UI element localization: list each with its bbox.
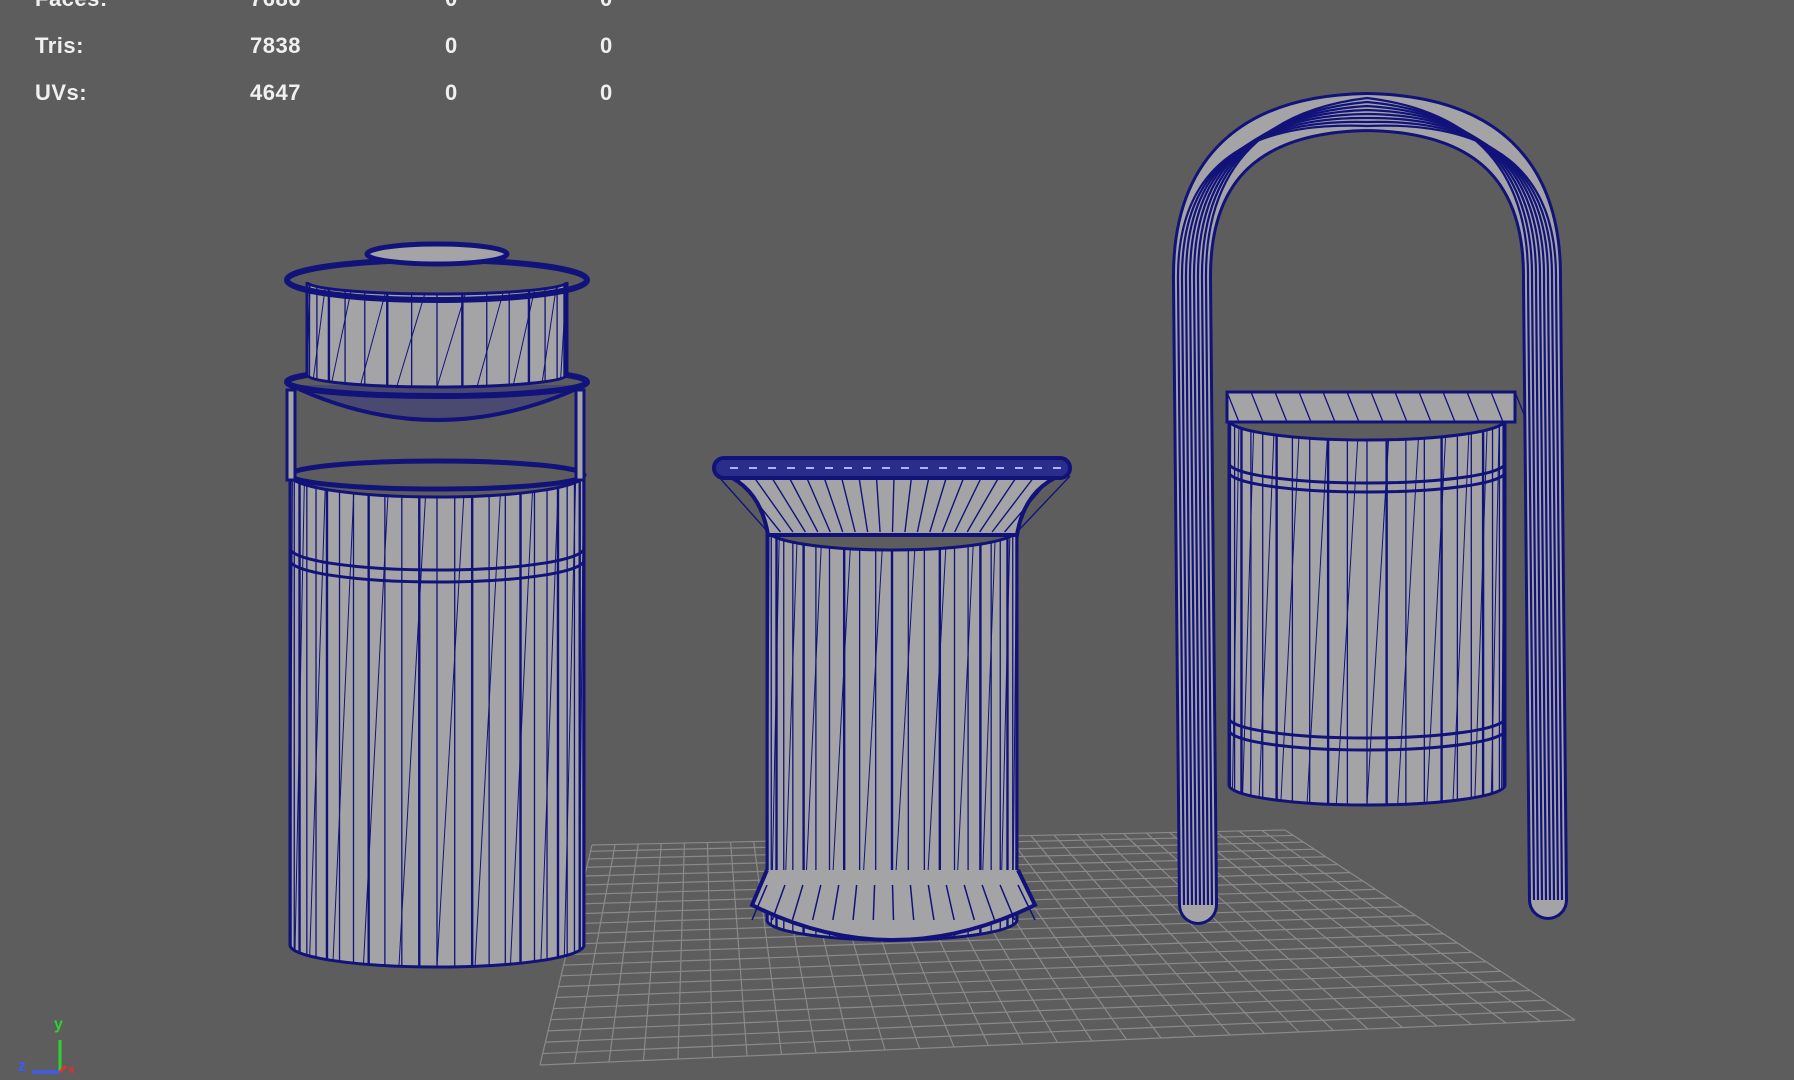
hud-label: UVs: (35, 80, 88, 105)
mesh-surface (1225, 390, 1517, 424)
grid-line (539, 1019, 1576, 1066)
hud-value: 0 (600, 0, 613, 12)
mesh-ring (364, 241, 510, 267)
trash-bin-right-model[interactable] (1171, 91, 1568, 925)
poly-count-hud: Faces: 7686 0 0 Tris: 7838 0 0 UVs: 4647… (35, 0, 635, 127)
hud-label: Tris: (35, 33, 84, 58)
hud-row-tris: Tris: 7838 0 0 (35, 33, 635, 80)
trash-bin-center-model[interactable] (712, 456, 1072, 942)
ground-grid (539, 829, 1576, 1066)
grid-line (561, 942, 1458, 977)
hud-value: 7686 (250, 0, 301, 12)
hud-value: 4647 (250, 80, 301, 105)
mesh-ring (287, 458, 587, 492)
hud-value: 0 (445, 33, 458, 58)
axis-z-label: z (18, 1058, 26, 1075)
hud-row-faces: Faces: 7686 0 0 (35, 0, 635, 33)
hud-label: Faces: (35, 0, 108, 12)
axis-y-label: y (54, 1016, 63, 1033)
axis-x-label: x (68, 1062, 75, 1076)
grid-line (558, 951, 1472, 988)
hud-row-uvs: UVs: 4647 0 0 (35, 80, 635, 127)
grid-line (555, 961, 1487, 999)
trash-bin-left-model[interactable] (284, 241, 590, 969)
hud-value: 0 (600, 33, 613, 58)
grid-line (563, 933, 1444, 966)
hud-value: 0 (445, 0, 458, 12)
mesh-edge (285, 388, 297, 482)
hud-value: 7838 (250, 33, 301, 58)
maya-viewport[interactable]: Faces: 7686 0 0 Tris: 7838 0 0 UVs: 4647… (0, 0, 1794, 1080)
mesh-edge (574, 388, 586, 482)
hud-value: 0 (445, 80, 458, 105)
grid-line (542, 1009, 1560, 1055)
scene-canvas[interactable] (0, 0, 1794, 1080)
mesh-edge (891, 884, 895, 921)
hud-value: 0 (600, 80, 613, 105)
view-axis-gizmo: y z x (12, 1010, 82, 1080)
